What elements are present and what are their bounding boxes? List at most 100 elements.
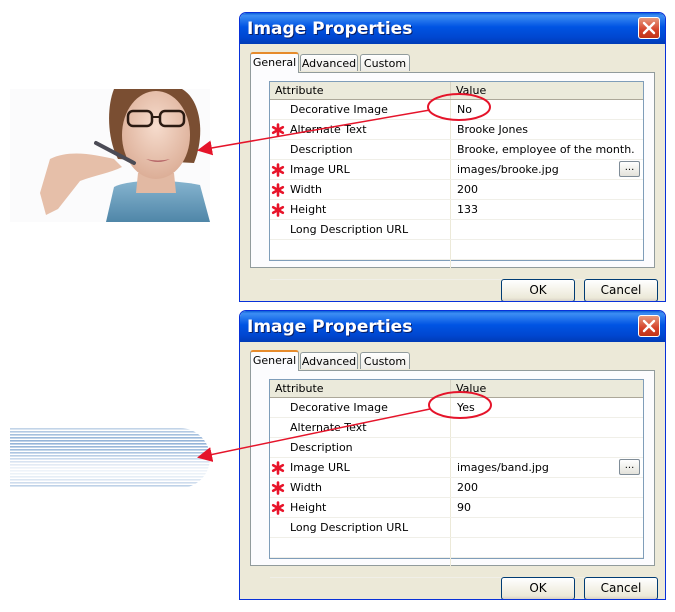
tab-general[interactable]: General	[250, 52, 299, 73]
property-value[interactable]: Brooke, employee of the month.	[457, 140, 635, 159]
close-button[interactable]	[638, 17, 660, 39]
tab-panel-general: Attribute Value Decorative Image No Altern…	[250, 72, 655, 280]
property-value[interactable]: 133	[457, 200, 478, 219]
tab-advanced[interactable]: Advanced	[300, 352, 358, 369]
woman-photo	[10, 89, 210, 222]
property-value[interactable]: No	[457, 100, 472, 119]
property-value-cell[interactable]: images/band.jpg...	[451, 458, 643, 477]
column-header-value[interactable]: Value	[451, 82, 643, 99]
property-attribute-cell: Image URL	[270, 160, 451, 179]
browse-button[interactable]: ...	[619, 459, 640, 475]
property-value-cell[interactable]: images/brooke.jpg...	[451, 160, 643, 179]
property-label: Long Description URL	[290, 521, 409, 534]
tab-custom[interactable]: Custom	[360, 54, 410, 71]
property-row[interactable]: Decorative Image No	[270, 100, 643, 120]
property-row[interactable]: Image URL images/band.jpg...	[270, 458, 643, 478]
dialog-title: Image Properties	[247, 317, 413, 337]
property-row[interactable]: Description Brooke, employee of the month…	[270, 140, 643, 160]
property-label: Width	[290, 183, 322, 196]
title-bar: Image Properties	[240, 311, 665, 342]
property-attribute-cell: Alternate Text	[270, 418, 451, 437]
property-row[interactable]: Decorative Image Yes	[270, 398, 643, 418]
close-button[interactable]	[638, 315, 660, 337]
image-properties-dialog: Image Properties General Advanced Custom…	[239, 12, 666, 302]
property-row[interactable]: Height 133	[270, 200, 643, 220]
dialog-title: Image Properties	[247, 19, 413, 39]
property-row[interactable]: Height 90	[270, 498, 643, 518]
property-value-cell[interactable]: 200	[451, 180, 643, 199]
property-value-cell[interactable]: 200	[451, 478, 643, 497]
column-header-attribute[interactable]: Attribute	[270, 82, 451, 99]
property-value[interactable]: 200	[457, 478, 478, 497]
cancel-button[interactable]: Cancel	[584, 279, 658, 301]
property-row[interactable]: Alternate Text	[270, 418, 643, 438]
property-row[interactable]: Width 200	[270, 478, 643, 498]
tab-custom[interactable]: Custom	[360, 352, 410, 369]
property-value[interactable]: images/brooke.jpg	[457, 160, 559, 179]
property-value-cell[interactable]	[451, 220, 643, 239]
grid-header: Attribute Value	[270, 380, 643, 398]
property-value-cell[interactable]	[451, 518, 643, 537]
close-icon	[642, 21, 656, 35]
required-asterisk-icon	[271, 182, 285, 201]
empty-row	[270, 538, 643, 558]
required-asterisk-icon	[271, 500, 285, 519]
property-row[interactable]: Alternate Text Brooke Jones	[270, 120, 643, 140]
property-value-cell[interactable]: Brooke, employee of the month.	[451, 140, 643, 159]
property-attribute-cell: Width	[270, 180, 451, 199]
property-attribute-cell: Width	[270, 478, 451, 497]
properties-grid: Attribute Value Decorative Image Yes Alter…	[269, 379, 644, 578]
property-value[interactable]: images/band.jpg	[457, 458, 549, 477]
empty-cell	[270, 260, 451, 279]
cancel-button[interactable]: Cancel	[584, 577, 658, 599]
property-value-cell[interactable]: 90	[451, 498, 643, 517]
property-value[interactable]: Yes	[457, 398, 475, 417]
property-value-cell[interactable]: Yes	[451, 398, 643, 417]
property-value-cell[interactable]: Brooke Jones	[451, 120, 643, 139]
empty-cell	[451, 538, 643, 557]
property-label: Decorative Image	[290, 401, 388, 414]
property-row[interactable]: Image URL images/brooke.jpg...	[270, 160, 643, 180]
property-value-cell[interactable]: 133	[451, 200, 643, 219]
title-bar: Image Properties	[240, 13, 665, 44]
empty-cell	[270, 240, 451, 259]
property-attribute-cell: Decorative Image	[270, 398, 451, 417]
property-label: Height	[290, 203, 327, 216]
property-value-cell[interactable]: No	[451, 100, 643, 119]
property-value-cell[interactable]	[451, 438, 643, 457]
dialog-client-area: General Advanced Custom Attribute Value …	[243, 342, 662, 599]
tab-advanced[interactable]: Advanced	[300, 54, 358, 71]
property-value[interactable]: Brooke Jones	[457, 120, 528, 139]
property-attribute-cell: Long Description URL	[270, 518, 451, 537]
property-label: Height	[290, 501, 327, 514]
property-row[interactable]: Description	[270, 438, 643, 458]
empty-row	[270, 240, 643, 260]
empty-row	[270, 558, 643, 578]
property-attribute-cell: Height	[270, 200, 451, 219]
required-asterisk-icon	[271, 202, 285, 221]
column-header-attribute[interactable]: Attribute	[270, 380, 451, 397]
empty-row	[270, 260, 643, 280]
property-row[interactable]: Width 200	[270, 180, 643, 200]
column-header-value[interactable]: Value	[451, 380, 643, 397]
property-value-cell[interactable]	[451, 418, 643, 437]
ok-button[interactable]: OK	[501, 577, 575, 599]
property-attribute-cell: Decorative Image	[270, 100, 451, 119]
dialog-client-area: General Advanced Custom Attribute Value …	[243, 44, 662, 301]
property-attribute-cell: Height	[270, 498, 451, 517]
empty-cell	[270, 538, 451, 557]
property-attribute-cell: Alternate Text	[270, 120, 451, 139]
property-row[interactable]: Long Description URL	[270, 518, 643, 538]
property-attribute-cell: Description	[270, 438, 451, 457]
property-label: Long Description URL	[290, 223, 409, 236]
property-value[interactable]: 90	[457, 498, 471, 517]
empty-cell	[270, 558, 451, 577]
properties-grid: Attribute Value Decorative Image No Altern…	[269, 81, 644, 280]
property-row[interactable]: Long Description URL	[270, 220, 643, 240]
tab-general[interactable]: General	[250, 350, 299, 371]
property-attribute-cell: Long Description URL	[270, 220, 451, 239]
ok-button[interactable]: OK	[501, 279, 575, 301]
property-label: Decorative Image	[290, 103, 388, 116]
property-value[interactable]: 200	[457, 180, 478, 199]
browse-button[interactable]: ...	[619, 161, 640, 177]
